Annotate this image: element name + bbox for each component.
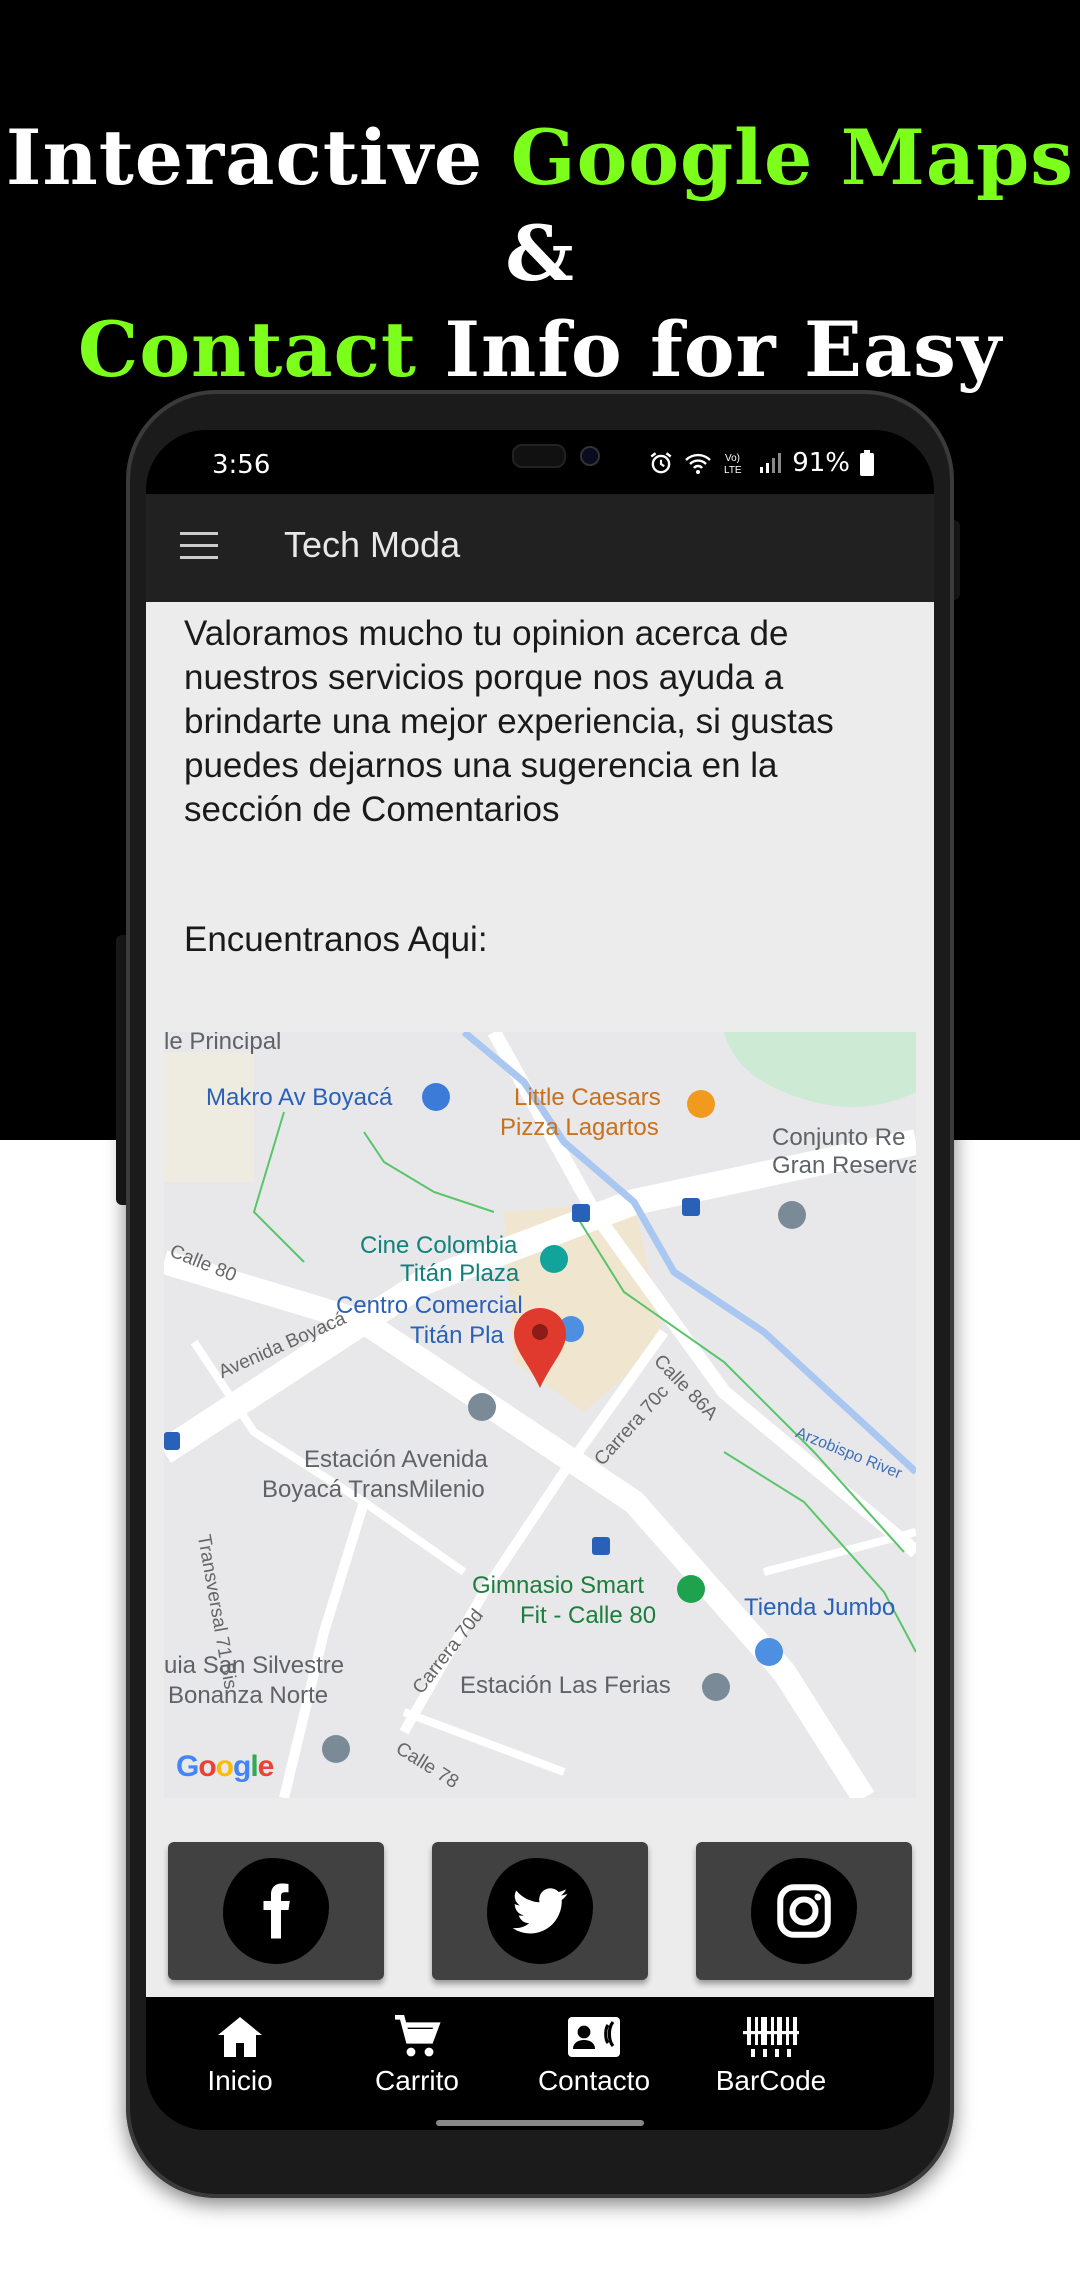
bottom-navigation: Inicio Carrito Contacto BarCode bbox=[146, 1997, 934, 2130]
google-letter-o: o bbox=[198, 1750, 216, 1783]
map-label: Cine Colombia bbox=[360, 1232, 518, 1259]
phone-screen: 3:56 Vo) LTE 91% Tech Moda Valoramos much… bbox=[146, 430, 934, 2130]
contact-card-icon bbox=[568, 2017, 620, 2057]
headline-line-1: Interactive Google Maps & bbox=[0, 110, 1080, 302]
svg-text:LTE: LTE bbox=[724, 465, 742, 476]
headline-highlight: Contact bbox=[77, 305, 418, 394]
cart-icon bbox=[395, 2015, 441, 2057]
nav-contacto[interactable]: Contacto bbox=[514, 2015, 674, 2097]
headline-highlight: Google Maps bbox=[510, 113, 1075, 202]
signal-icon bbox=[760, 453, 782, 473]
twitter-button[interactable] bbox=[432, 1842, 648, 1980]
feedback-paragraph: Valoramos mucho tu opinion acerca de nue… bbox=[184, 614, 834, 829]
nav-inicio[interactable]: Inicio bbox=[160, 2015, 320, 2097]
social-buttons bbox=[168, 1842, 912, 1982]
instagram-button[interactable] bbox=[696, 1842, 912, 1980]
alarm-icon bbox=[650, 452, 672, 474]
map-label: Estación Avenida bbox=[304, 1446, 488, 1473]
google-letter-o2: o bbox=[215, 1750, 234, 1783]
instagram-icon bbox=[777, 1884, 831, 1938]
camera-notch bbox=[456, 430, 624, 480]
google-letter-e: e bbox=[257, 1750, 275, 1783]
find-us-label: Encuentranos Aqui: bbox=[184, 920, 488, 959]
status-time: 3:56 bbox=[212, 450, 271, 480]
map-label: Conjunto Re bbox=[772, 1124, 906, 1151]
google-letter-g: G bbox=[176, 1750, 199, 1783]
map-label: Makro Av Boyacá bbox=[206, 1084, 393, 1111]
map-label: Estación Las Ferias bbox=[460, 1672, 671, 1699]
google-map[interactable]: le Principal Makro Av Boyacá Little Caes… bbox=[164, 1032, 916, 1798]
barcode-icon bbox=[743, 2017, 799, 2057]
nav-label: BarCode bbox=[715, 2065, 827, 2096]
status-icons: Vo) LTE 91% bbox=[648, 448, 874, 478]
nav-label: Inicio bbox=[207, 2065, 273, 2096]
map-label: Little Caesars bbox=[514, 1084, 661, 1111]
map-label: Centro Comercial bbox=[336, 1292, 523, 1319]
front-camera bbox=[580, 446, 600, 466]
map-label: Pizza Lagartos bbox=[500, 1114, 659, 1141]
map-label: Gran Reserva bbox=[772, 1152, 916, 1179]
nav-label: Contacto bbox=[537, 2065, 651, 2096]
headline-text: Interactive bbox=[5, 113, 511, 202]
twitter-icon bbox=[512, 1888, 568, 1934]
map-label: Titán Pla bbox=[410, 1322, 504, 1349]
facebook-icon bbox=[263, 1883, 290, 1939]
hamburger-menu-icon[interactable] bbox=[180, 532, 218, 562]
battery-percent: 91% bbox=[792, 448, 850, 478]
map-label: Bonanza Norte bbox=[168, 1682, 329, 1709]
google-letter-g2: g bbox=[233, 1750, 251, 1783]
home-icon bbox=[218, 2017, 262, 2057]
map-label: Tienda Jumbo bbox=[744, 1594, 896, 1621]
svg-text:Vo): Vo) bbox=[725, 453, 740, 464]
volte-icon: Vo)LTE bbox=[724, 453, 742, 476]
speaker bbox=[512, 444, 566, 468]
wifi-icon bbox=[685, 453, 712, 474]
battery-icon bbox=[860, 450, 874, 476]
google-attribution: Google bbox=[176, 1750, 275, 1784]
map-label: Gimnasio Smart bbox=[472, 1572, 645, 1599]
map-label: Boyacá TransMilenio bbox=[262, 1476, 485, 1503]
map-label: Fit - Calle 80 bbox=[520, 1602, 657, 1629]
nav-label: Carrito bbox=[374, 2065, 459, 2096]
nav-barcode[interactable]: BarCode bbox=[691, 2015, 851, 2097]
headline-text: & bbox=[505, 209, 575, 298]
facebook-button[interactable] bbox=[168, 1842, 384, 1980]
contact-content: Valoramos mucho tu opinion acerca de nue… bbox=[146, 602, 934, 1997]
map-label: uia San Silvestre bbox=[164, 1652, 345, 1679]
map-label: le Principal bbox=[164, 1032, 282, 1055]
nav-carrito[interactable]: Carrito bbox=[337, 2015, 497, 2097]
map-label: Titán Plaza bbox=[400, 1260, 520, 1287]
app-bar: Tech Moda bbox=[146, 494, 934, 602]
google-letter-l: l bbox=[250, 1750, 258, 1783]
gesture-home-bar[interactable] bbox=[436, 2120, 644, 2126]
app-title: Tech Moda bbox=[284, 524, 461, 565]
